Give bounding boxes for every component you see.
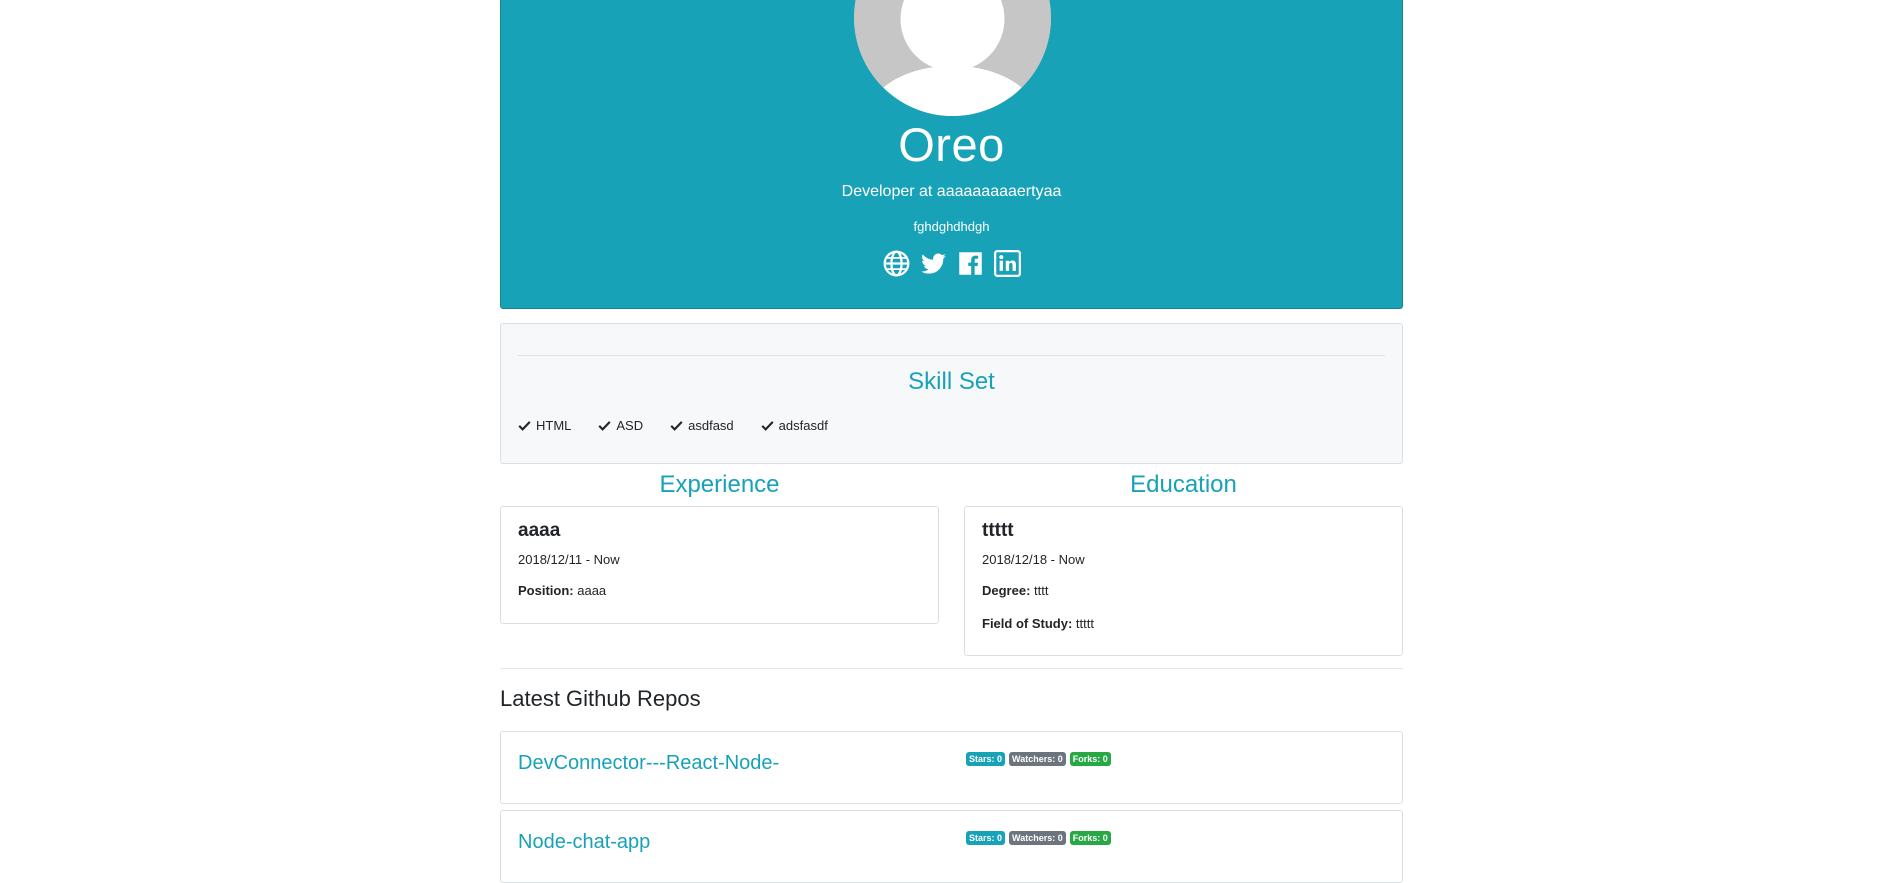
facebook-link[interactable] bbox=[957, 250, 984, 277]
repo-card: Node-chat-app Stars: 0 Watchers: 0 Forks… bbox=[500, 810, 1403, 883]
degree-value: tttt bbox=[1034, 583, 1049, 598]
position-value: aaaa bbox=[577, 583, 607, 598]
skills-card: Skill Set HTML ASD asdfasd adsfasdf bbox=[500, 323, 1403, 464]
social-links bbox=[501, 250, 1402, 277]
skill-item: ASD bbox=[598, 418, 643, 433]
degree-label: Degree: bbox=[982, 583, 1031, 598]
repo-link[interactable]: DevConnector---React-Node- bbox=[518, 752, 779, 775]
field-label: Field of Study: bbox=[982, 616, 1073, 631]
check-icon bbox=[761, 421, 774, 431]
repo-link[interactable]: Node-chat-app bbox=[518, 831, 650, 854]
education-card: ttttt 2018/12/18 - Now Degree: tttt Fiel… bbox=[964, 506, 1403, 656]
skill-item: adsfasdf bbox=[761, 418, 828, 433]
skill-label: ASD bbox=[616, 418, 644, 433]
stars-badge: Stars: 0 bbox=[966, 831, 1006, 845]
website-link[interactable] bbox=[883, 250, 910, 277]
education-dates: 2018/12/18 - Now bbox=[982, 552, 1085, 567]
education-field: Field of Study: ttttt bbox=[982, 616, 1094, 631]
linkedin-icon bbox=[993, 250, 1021, 277]
check-icon bbox=[598, 421, 611, 431]
repos-heading: Latest Github Repos bbox=[500, 686, 701, 711]
experience-dates: 2018/12/11 - Now bbox=[518, 552, 620, 567]
forks-badge: Forks: 0 bbox=[1069, 831, 1111, 845]
profile-header: Oreo Developer at aaaaaaaaaertyaa fghdgh… bbox=[500, 0, 1403, 309]
profile-location: fghdghdhdgh bbox=[913, 219, 990, 234]
field-value: ttttt bbox=[1075, 616, 1094, 631]
education-school: ttttt bbox=[982, 520, 1014, 541]
experience-card: aaaa 2018/12/11 - Now Position: aaaa bbox=[500, 506, 939, 624]
facebook-icon bbox=[958, 252, 982, 275]
globe-icon bbox=[883, 250, 909, 277]
repo-badges: Stars: 0 Watchers: 0 Forks: 0 bbox=[966, 831, 1111, 845]
profile-name: Oreo bbox=[898, 118, 1005, 171]
watchers-badge: Watchers: 0 bbox=[1009, 752, 1066, 766]
repo-badges: Stars: 0 Watchers: 0 Forks: 0 bbox=[966, 752, 1111, 766]
education-degree: Degree: tttt bbox=[982, 583, 1049, 598]
experience-title: Experience bbox=[659, 471, 780, 498]
position-label: Position: bbox=[518, 583, 574, 598]
education-title: Education bbox=[1130, 471, 1237, 498]
twitter-link[interactable] bbox=[920, 250, 947, 277]
experience-company: aaaa bbox=[518, 520, 561, 541]
divider bbox=[518, 355, 1385, 356]
check-icon bbox=[518, 421, 531, 431]
profile-status: Developer at aaaaaaaaaertyaa bbox=[841, 183, 1062, 200]
experience-position: Position: aaaa bbox=[518, 583, 606, 598]
skill-label: asdfasd bbox=[688, 418, 734, 433]
section-divider bbox=[500, 668, 1403, 669]
watchers-badge: Watchers: 0 bbox=[1009, 831, 1066, 845]
skill-item: asdfasd bbox=[670, 418, 734, 433]
twitter-icon bbox=[920, 253, 946, 274]
avatar bbox=[854, 0, 1051, 116]
stars-badge: Stars: 0 bbox=[966, 752, 1006, 766]
skills-title: Skill Set bbox=[908, 368, 995, 395]
skill-item: HTML bbox=[518, 418, 571, 433]
skills-list: HTML ASD asdfasd adsfasdf bbox=[518, 418, 828, 433]
repo-card: DevConnector---React-Node- Stars: 0 Watc… bbox=[500, 731, 1403, 804]
avatar-placeholder-icon bbox=[854, 0, 1051, 116]
forks-badge: Forks: 0 bbox=[1069, 752, 1111, 766]
linkedin-link[interactable] bbox=[993, 250, 1021, 277]
check-icon bbox=[670, 421, 683, 431]
skill-label: adsfasdf bbox=[778, 418, 828, 433]
skill-label: HTML bbox=[536, 418, 572, 433]
